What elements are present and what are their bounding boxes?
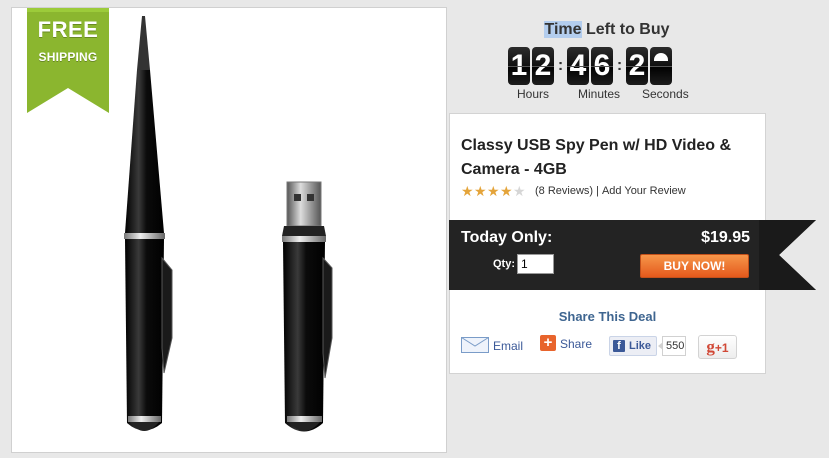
deal-price: $19.95: [701, 229, 750, 246]
product-title-line-1: Classy USB Spy Pen w/ HD Video &: [461, 137, 732, 154]
email-share-link[interactable]: Email: [493, 339, 523, 353]
star-icon: ★: [500, 183, 513, 199]
share-title: Share This Deal: [558, 309, 657, 324]
envelope-icon[interactable]: [461, 337, 489, 353]
star-icon: ★: [461, 183, 474, 199]
plus-share-icon[interactable]: +: [540, 335, 556, 351]
product-title: Classy USB Spy Pen w/ HD Video & Camera …: [461, 134, 761, 182]
seconds-digit-1: 2: [626, 47, 648, 85]
hours-digit-2: 2: [532, 47, 554, 85]
share-link[interactable]: Share: [560, 337, 592, 351]
facebook-like-count: 550: [662, 336, 686, 356]
star-icon: ★: [474, 183, 487, 199]
qty-label: Qty:: [493, 258, 515, 270]
timer-title-highlight: Time: [544, 21, 582, 38]
minutes-digit-2: 6: [591, 47, 613, 85]
facebook-like-label: Like: [629, 340, 652, 352]
rating-stars: ★ ★ ★ ★ ★: [461, 183, 526, 199]
reviews-count-link[interactable]: (8 Reviews): [535, 185, 593, 197]
timer-title: Time Left to Buy: [448, 21, 766, 39]
minutes-digit-1: 4: [567, 47, 589, 85]
timer-separator: :: [616, 57, 623, 74]
product-title-line-2: Camera - 4GB: [461, 161, 567, 178]
reviews-line: (8 Reviews) | Add Your Review: [535, 185, 686, 197]
hours-digit-1: 1: [508, 47, 530, 85]
minutes-label: Minutes: [578, 87, 621, 101]
buy-now-button[interactable]: BUY NOW!: [640, 254, 749, 278]
hours-label: Hours: [517, 87, 550, 101]
qty-input[interactable]: [517, 254, 554, 274]
timer-title-rest: Left to Buy: [581, 21, 670, 38]
facebook-like-button[interactable]: f Like: [609, 336, 657, 356]
star-icon: ★: [487, 183, 500, 199]
seconds-digit-2-flipping: [650, 47, 672, 85]
seconds-label: Seconds: [642, 87, 689, 101]
free-shipping-badge: FREE SHIPPING: [27, 8, 109, 113]
reviews-divider: |: [596, 185, 599, 197]
timer-separator: :: [557, 57, 564, 74]
google-plus-button[interactable]: g+1: [698, 335, 737, 359]
countdown-timer: 1 2 : 4 6 : 2: [508, 47, 674, 85]
star-empty-icon: ★: [513, 183, 526, 199]
facebook-icon: f: [613, 340, 625, 352]
badge-line-free: FREE: [37, 17, 99, 42]
google-plus-icon: g: [706, 337, 715, 356]
add-review-link[interactable]: Add Your Review: [602, 185, 686, 197]
product-photo: FREE SHIPPING: [11, 7, 447, 453]
badge-line-shipping: SHIPPING: [38, 50, 98, 64]
google-plus-label: +1: [714, 341, 729, 355]
today-only-label: Today Only:: [461, 229, 553, 246]
